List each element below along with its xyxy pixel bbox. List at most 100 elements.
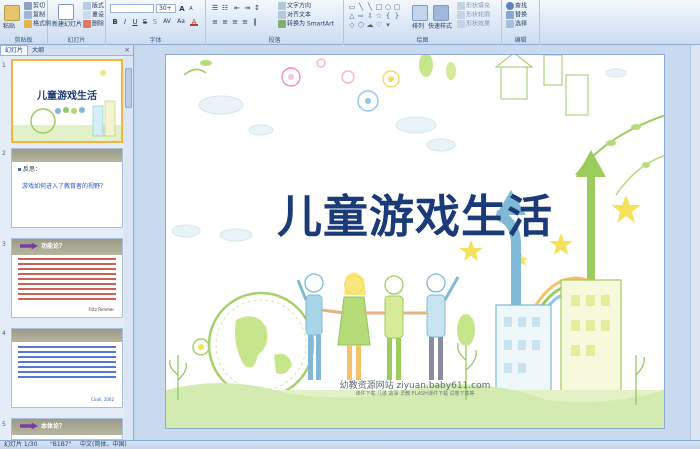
paste-button[interactable]: 粘贴 (3, 23, 15, 31)
slides-group: 新建幻灯片 版式 重设 删除 幻灯片 (48, 0, 106, 45)
arrow-down-shape-icon[interactable]: ⇩ (366, 12, 374, 20)
brace-shape-icon[interactable]: { (384, 12, 392, 20)
editing-group-label: 编辑 (514, 37, 527, 44)
theme-name: "B1B7" (50, 441, 72, 448)
shadow-button[interactable]: S (151, 18, 159, 26)
align-text-button[interactable]: 对齐文本 (278, 11, 311, 20)
slide-thumb-5[interactable]: 本体论？ (11, 418, 123, 440)
arrange-icon[interactable] (412, 5, 428, 21)
grow-font-button[interactable]: A (178, 5, 186, 13)
editing-group: 查找 替换 选择 编辑 (502, 0, 540, 45)
cloud-shape-icon[interactable]: ☁ (366, 21, 374, 29)
align-left-icon[interactable]: ≡ (211, 18, 219, 26)
layout-icon (83, 2, 91, 10)
decrease-indent-icon[interactable]: ⇤ (233, 4, 241, 12)
line-shape-icon[interactable]: ╲ (357, 3, 365, 11)
font-color-button[interactable]: A (190, 18, 198, 26)
language-indicator[interactable]: 中文(简体，中国) (80, 441, 127, 449)
slide-thumb-1[interactable]: 儿童游戏生活 (11, 59, 123, 143)
align-right-icon[interactable]: ≡ (231, 18, 239, 26)
rectangle-shape-icon[interactable]: □ (375, 3, 383, 11)
oval-shape-icon[interactable]: ○ (384, 3, 392, 11)
numbering-icon[interactable]: ☷ (221, 4, 229, 12)
text-direction-button[interactable]: 文字方向 (278, 2, 311, 11)
callout-shape-icon[interactable]: ◇ (348, 21, 356, 29)
bullet-icon (18, 168, 21, 171)
delete-slide-button[interactable]: 删除 (83, 20, 104, 29)
thumb-number: 1 (2, 62, 6, 69)
triangle-shape-icon[interactable]: △ (348, 12, 356, 20)
arrange-button[interactable]: 排列 (412, 23, 424, 31)
more-shapes-icon[interactable]: ▾ (384, 21, 392, 29)
brush-icon (24, 20, 32, 28)
quick-styles-icon[interactable] (433, 5, 449, 21)
tab-outline[interactable]: 大纲 (28, 46, 48, 56)
quick-styles-button[interactable]: 快速样式 (428, 23, 452, 31)
paragraph-group: ☰ ☷ ⇤ ⇥ ↕ ≡ ≡ ≡ ≡ ‖ 文字方向 对齐文本 转换为 SmartA… (206, 0, 344, 45)
line2-shape-icon[interactable]: ╲ (366, 3, 374, 11)
paste-icon[interactable] (4, 5, 20, 21)
slide-scrollbar[interactable] (690, 45, 700, 440)
cursor-icon (506, 20, 514, 28)
shape-fill-button[interactable]: 形状填充 (457, 2, 490, 11)
thumb-body-text: 游戏如何进入了教育者的视野？ (22, 183, 107, 190)
columns-icon[interactable]: ‖ (251, 18, 259, 26)
arrow-right-shape-icon[interactable]: ⇨ (357, 12, 365, 20)
close-pane-icon[interactable]: × (124, 46, 130, 54)
replace-icon (506, 11, 514, 19)
copy-button[interactable]: 复制 (24, 11, 45, 20)
text-direction-icon (278, 2, 286, 10)
effects-icon (457, 20, 465, 28)
thumb-number: 2 (2, 150, 6, 157)
underline-button[interactable]: U (131, 18, 139, 26)
magnifier-icon (506, 2, 514, 10)
textbox-shape-icon[interactable]: ▭ (348, 3, 356, 11)
change-case-button[interactable]: Aa (175, 18, 187, 26)
cut-button[interactable]: 剪切 (24, 2, 45, 11)
heart-shape-icon[interactable]: ♡ (375, 21, 383, 29)
font-name-box[interactable] (110, 4, 154, 13)
italic-button[interactable]: I (121, 18, 129, 26)
new-slide-icon[interactable] (58, 4, 74, 20)
shape-outline-button[interactable]: 形状轮廓 (457, 11, 490, 20)
brace-right-shape-icon[interactable]: } (393, 12, 401, 20)
smartart-button[interactable]: 转换为 SmartArt (278, 20, 334, 29)
rounded-rect-shape-icon[interactable]: ▢ (393, 3, 401, 11)
star-shape-icon[interactable]: ☆ (375, 12, 383, 20)
replace-button[interactable]: 替换 (506, 11, 527, 20)
tab-slides[interactable]: 幻灯片 (0, 45, 29, 55)
align-center-icon[interactable]: ≡ (221, 18, 229, 26)
thumbnail-scrollbar[interactable] (124, 56, 133, 440)
format-painter-button[interactable]: 格式刷 (24, 20, 51, 29)
char-spacing-button[interactable]: AV (161, 18, 173, 26)
shape-effects-button[interactable]: 形状效果 (457, 20, 490, 29)
shrink-font-button[interactable]: A (187, 5, 195, 13)
slide-thumb-3[interactable]: 功能论？ Fritz Rimmer (11, 238, 123, 318)
current-slide[interactable]: 儿童游戏生活 幼教资源网站 ziyuan.baby611.com 课件下载 儿歌… (165, 54, 665, 429)
thumb-header-bar: 功能论？ (12, 239, 122, 255)
thumb-author: Ciroll, 2002 (91, 397, 114, 402)
increase-indent-icon[interactable]: ⇥ (243, 4, 251, 12)
slide-thumbnail-pane: 幻灯片 大纲 × 1 儿童游戏生活 2 反思： 游戏如何进入了教育者的视野？ 3 … (0, 45, 134, 440)
font-size-box[interactable]: 30+ (156, 4, 176, 13)
slide-thumb-4[interactable]: Ciroll, 2002 (11, 328, 123, 408)
flower-icon (281, 58, 400, 112)
bold-button[interactable]: B (111, 18, 119, 26)
bullets-icon[interactable]: ☰ (211, 4, 219, 12)
strikethrough-button[interactable]: S (141, 18, 149, 26)
scrollbar-thumb[interactable] (125, 68, 132, 108)
pane-tabs: 幻灯片 大纲 × (0, 45, 133, 56)
select-button[interactable]: 选择 (506, 20, 527, 29)
hexagon-shape-icon[interactable]: ⬡ (357, 21, 365, 29)
layout-button[interactable]: 版式 (83, 2, 104, 11)
line-spacing-icon[interactable]: ↕ (253, 4, 261, 12)
thumb-number: 4 (2, 330, 6, 337)
font-group: 30+ A A B I U S S AV Aa A 字体 (106, 0, 206, 45)
justify-icon[interactable]: ≡ (241, 18, 249, 26)
reset-button[interactable]: 重设 (83, 11, 104, 20)
slide-title[interactable]: 儿童游戏生活 (166, 180, 664, 245)
find-button[interactable]: 查找 (506, 2, 527, 11)
new-slide-button[interactable]: 新建幻灯片 (52, 21, 82, 29)
clipboard-group: 粘贴 剪切 复制 格式刷 剪贴板 (0, 0, 51, 45)
slide-thumb-2[interactable]: 反思： 游戏如何进入了教育者的视野？ (11, 148, 123, 228)
